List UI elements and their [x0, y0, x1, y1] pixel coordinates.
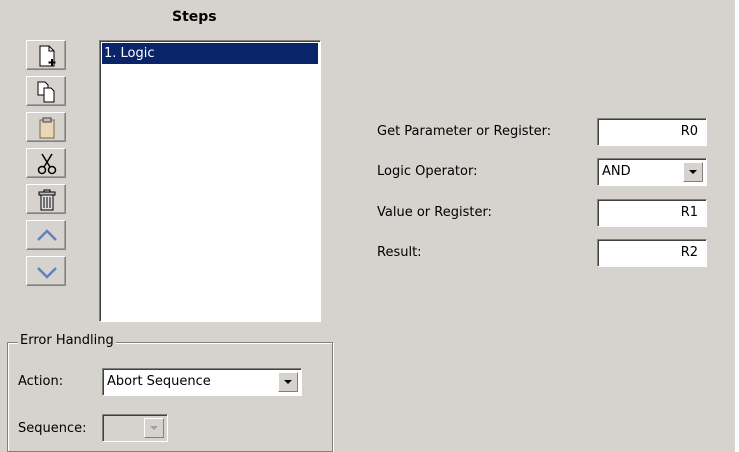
action-select-value: Abort Sequence — [107, 374, 211, 389]
copy-button[interactable] — [26, 76, 66, 106]
steps-title: Steps — [172, 9, 217, 25]
sequence-select[interactable] — [102, 414, 168, 442]
chevron-down-icon[interactable] — [144, 418, 164, 438]
get-parameter-label: Get Parameter or Register: — [377, 124, 552, 139]
value-or-register-label: Value or Register: — [377, 205, 492, 220]
logic-operator-label: Logic Operator: — [377, 164, 478, 179]
chevron-down-icon[interactable] — [278, 372, 298, 392]
copy-icon — [37, 81, 55, 103]
logic-operator-value: AND — [602, 164, 631, 179]
paste-icon — [39, 117, 55, 139]
new-step-icon — [39, 45, 56, 67]
cut-icon — [37, 153, 57, 175]
sequence-label: Sequence: — [18, 421, 87, 436]
steps-list[interactable]: 1. Logic — [99, 40, 321, 322]
paste-button[interactable] — [26, 112, 66, 142]
move-up-icon — [37, 229, 57, 241]
logic-step-editor: Steps 1. Logic Error Handling Action: Ab… — [0, 0, 739, 452]
value-or-register-field[interactable]: R1 — [597, 199, 707, 227]
get-parameter-field[interactable]: R0 — [597, 118, 707, 146]
move-down-button[interactable] — [26, 256, 66, 286]
list-item[interactable]: 1. Logic — [102, 43, 318, 64]
delete-icon — [38, 189, 56, 211]
chevron-down-icon[interactable] — [683, 162, 703, 182]
logic-operator-select[interactable]: AND — [597, 158, 707, 186]
action-label: Action: — [18, 374, 64, 389]
move-up-button[interactable] — [26, 220, 66, 250]
move-down-icon — [37, 267, 57, 279]
new-step-button[interactable] — [26, 40, 66, 70]
action-select[interactable]: Abort Sequence — [102, 368, 302, 396]
delete-button[interactable] — [26, 184, 66, 214]
result-field[interactable]: R2 — [597, 239, 707, 267]
result-label: Result: — [377, 245, 422, 260]
error-handling-title: Error Handling — [18, 333, 116, 348]
cut-button[interactable] — [26, 148, 66, 178]
